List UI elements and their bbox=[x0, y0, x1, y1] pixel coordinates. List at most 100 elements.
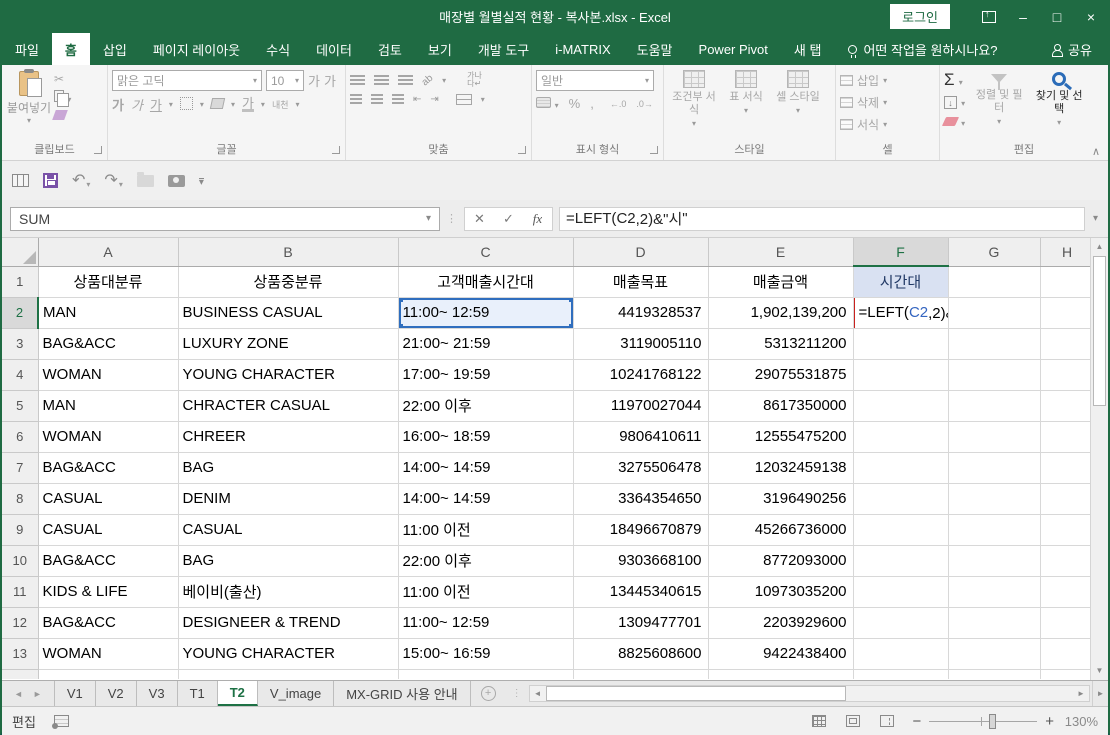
cell-F2[interactable]: =LEFT(C2,2)&"시" bbox=[853, 297, 948, 328]
clear-button[interactable]: ▾ bbox=[944, 113, 965, 130]
column-header-B[interactable]: B bbox=[178, 238, 398, 266]
cell-styles-button[interactable]: 셀 스타일▾ bbox=[772, 68, 824, 143]
cell-D2[interactable]: 4419328537 bbox=[573, 297, 708, 328]
align-center-icon[interactable] bbox=[371, 94, 383, 105]
autosum-button[interactable]: Σ ▾ bbox=[944, 70, 965, 90]
tell-me-box[interactable]: 어떤 작업을 원하시나요? bbox=[834, 33, 1011, 65]
sheet-strip-edge-button[interactable]: ► bbox=[1092, 681, 1108, 706]
orientation-icon[interactable]: ab bbox=[420, 72, 436, 88]
cell-H4[interactable] bbox=[1040, 359, 1094, 390]
select-all-button[interactable] bbox=[2, 238, 38, 266]
cell-B1[interactable]: 상품중분류 bbox=[178, 266, 398, 297]
new-sheet-button[interactable]: + bbox=[481, 686, 496, 701]
cell-G9[interactable] bbox=[948, 514, 1040, 545]
normal-view-icon[interactable] bbox=[812, 715, 826, 727]
cancel-button[interactable]: ✕ bbox=[465, 211, 494, 227]
cell-G3[interactable] bbox=[948, 328, 1040, 359]
phonetic-button[interactable]: 내천 bbox=[272, 98, 289, 111]
cell-H10[interactable] bbox=[1040, 545, 1094, 576]
camera-icon[interactable] bbox=[168, 175, 185, 187]
cell-H11[interactable] bbox=[1040, 576, 1094, 607]
shrink-font-button[interactable]: 가 bbox=[324, 71, 336, 90]
cell-B6[interactable]: CHREER bbox=[178, 421, 398, 452]
cell-B13[interactable]: YOUNG CHARACTER bbox=[178, 638, 398, 669]
cell-C6[interactable]: 16:00~ 18:59 bbox=[398, 421, 573, 452]
row-header-2[interactable]: 2 bbox=[2, 297, 38, 328]
cell-G12[interactable] bbox=[948, 607, 1040, 638]
accounting-format-button[interactable]: ▾ bbox=[536, 96, 559, 111]
cell-C2[interactable]: 11:00~ 12:59 bbox=[398, 297, 573, 328]
cell-B9[interactable]: CASUAL bbox=[178, 514, 398, 545]
cell-E6[interactable]: 12555475200 bbox=[708, 421, 853, 452]
decrease-decimal-button[interactable]: .0→ bbox=[636, 99, 653, 109]
cell-G4[interactable] bbox=[948, 359, 1040, 390]
align-left-icon[interactable] bbox=[350, 94, 362, 105]
cell-B3[interactable]: LUXURY ZONE bbox=[178, 328, 398, 359]
cell-F10[interactable] bbox=[853, 545, 948, 576]
bold-button[interactable]: 가 bbox=[112, 95, 124, 114]
cell-B7[interactable]: BAG bbox=[178, 452, 398, 483]
copy-button[interactable]: ▾ bbox=[54, 90, 71, 105]
cell-E3[interactable]: 5313211200 bbox=[708, 328, 853, 359]
increase-indent-icon[interactable]: ⇥ bbox=[430, 94, 438, 105]
cell-E2[interactable]: 1,902,139,200 bbox=[708, 297, 853, 328]
cell-A10[interactable]: BAG&ACC bbox=[38, 545, 178, 576]
ribbon-tab-8[interactable]: 개발 도구 bbox=[465, 33, 542, 65]
cell-E10[interactable]: 8772093000 bbox=[708, 545, 853, 576]
column-header-G[interactable]: G bbox=[948, 238, 1040, 266]
horizontal-scrollbar[interactable]: ◄ ► bbox=[529, 685, 1090, 702]
cell-B8[interactable]: DENIM bbox=[178, 483, 398, 514]
scroll-left-arrow[interactable]: ◄ bbox=[530, 689, 546, 698]
cell-E7[interactable]: 12032459138 bbox=[708, 452, 853, 483]
font-dialog-launcher[interactable] bbox=[332, 146, 340, 154]
cell-E5[interactable]: 8617350000 bbox=[708, 390, 853, 421]
ribbon-tab-6[interactable]: 검토 bbox=[365, 33, 415, 65]
cell-F1[interactable]: 시간대 bbox=[853, 266, 948, 297]
row-header-9[interactable]: 9 bbox=[2, 514, 38, 545]
cell-A1[interactable]: 상품대분류 bbox=[38, 266, 178, 297]
cell-H6[interactable] bbox=[1040, 421, 1094, 452]
row-header-10[interactable]: 10 bbox=[2, 545, 38, 576]
cell-H7[interactable] bbox=[1040, 452, 1094, 483]
cell-F12[interactable] bbox=[853, 607, 948, 638]
cell-B12[interactable]: DESIGNEER & TREND bbox=[178, 607, 398, 638]
cell-G2[interactable] bbox=[948, 297, 1040, 328]
underline-button[interactable]: 가 bbox=[150, 95, 162, 114]
minimize-button[interactable]: – bbox=[1006, 0, 1040, 33]
cell-D4[interactable]: 10241768122 bbox=[573, 359, 708, 390]
align-right-icon[interactable] bbox=[392, 94, 404, 105]
cell-G1[interactable] bbox=[948, 266, 1040, 297]
scroll-right-arrow[interactable]: ► bbox=[1073, 689, 1089, 698]
cell-H12[interactable] bbox=[1040, 607, 1094, 638]
cell-G5[interactable] bbox=[948, 390, 1040, 421]
sheet-tab-V2[interactable]: V2 bbox=[96, 681, 137, 706]
cell-C4[interactable]: 17:00~ 19:59 bbox=[398, 359, 573, 390]
share-button[interactable]: 공유 bbox=[1036, 33, 1108, 65]
zoom-in-button[interactable]: + bbox=[1045, 713, 1054, 730]
cell-D7[interactable]: 3275506478 bbox=[573, 452, 708, 483]
cell-F11[interactable] bbox=[853, 576, 948, 607]
cell-F3[interactable] bbox=[853, 328, 948, 359]
column-header-C[interactable]: C bbox=[398, 238, 573, 266]
insert-function-button[interactable]: fx bbox=[523, 211, 552, 227]
cell-D13[interactable]: 8825608600 bbox=[573, 638, 708, 669]
sheet-tab-V3[interactable]: V3 bbox=[137, 681, 178, 706]
cell-H3[interactable] bbox=[1040, 328, 1094, 359]
percent-button[interactable]: % bbox=[569, 96, 581, 111]
cell-H2[interactable] bbox=[1040, 297, 1094, 328]
cell-A4[interactable]: WOMAN bbox=[38, 359, 178, 390]
sort-filter-button[interactable]: 정렬 및 필터▾ bbox=[973, 70, 1025, 143]
cell-A13[interactable]: WOMAN bbox=[38, 638, 178, 669]
cell-A12[interactable]: BAG&ACC bbox=[38, 607, 178, 638]
comma-button[interactable]: , bbox=[590, 96, 594, 111]
conditional-formatting-button[interactable]: 조건부 서식▾ bbox=[668, 68, 720, 143]
cell-F13[interactable] bbox=[853, 638, 948, 669]
font-size-combo[interactable]: 10▾ bbox=[266, 70, 304, 91]
ribbon-tab-0[interactable]: 파일 bbox=[2, 33, 52, 65]
column-header-D[interactable]: D bbox=[573, 238, 708, 266]
format-painter-button[interactable] bbox=[54, 109, 71, 123]
vertical-scroll-thumb[interactable] bbox=[1093, 256, 1106, 406]
cell-A3[interactable]: BAG&ACC bbox=[38, 328, 178, 359]
column-header-H[interactable]: H bbox=[1040, 238, 1094, 266]
cell-E13[interactable]: 9422438400 bbox=[708, 638, 853, 669]
